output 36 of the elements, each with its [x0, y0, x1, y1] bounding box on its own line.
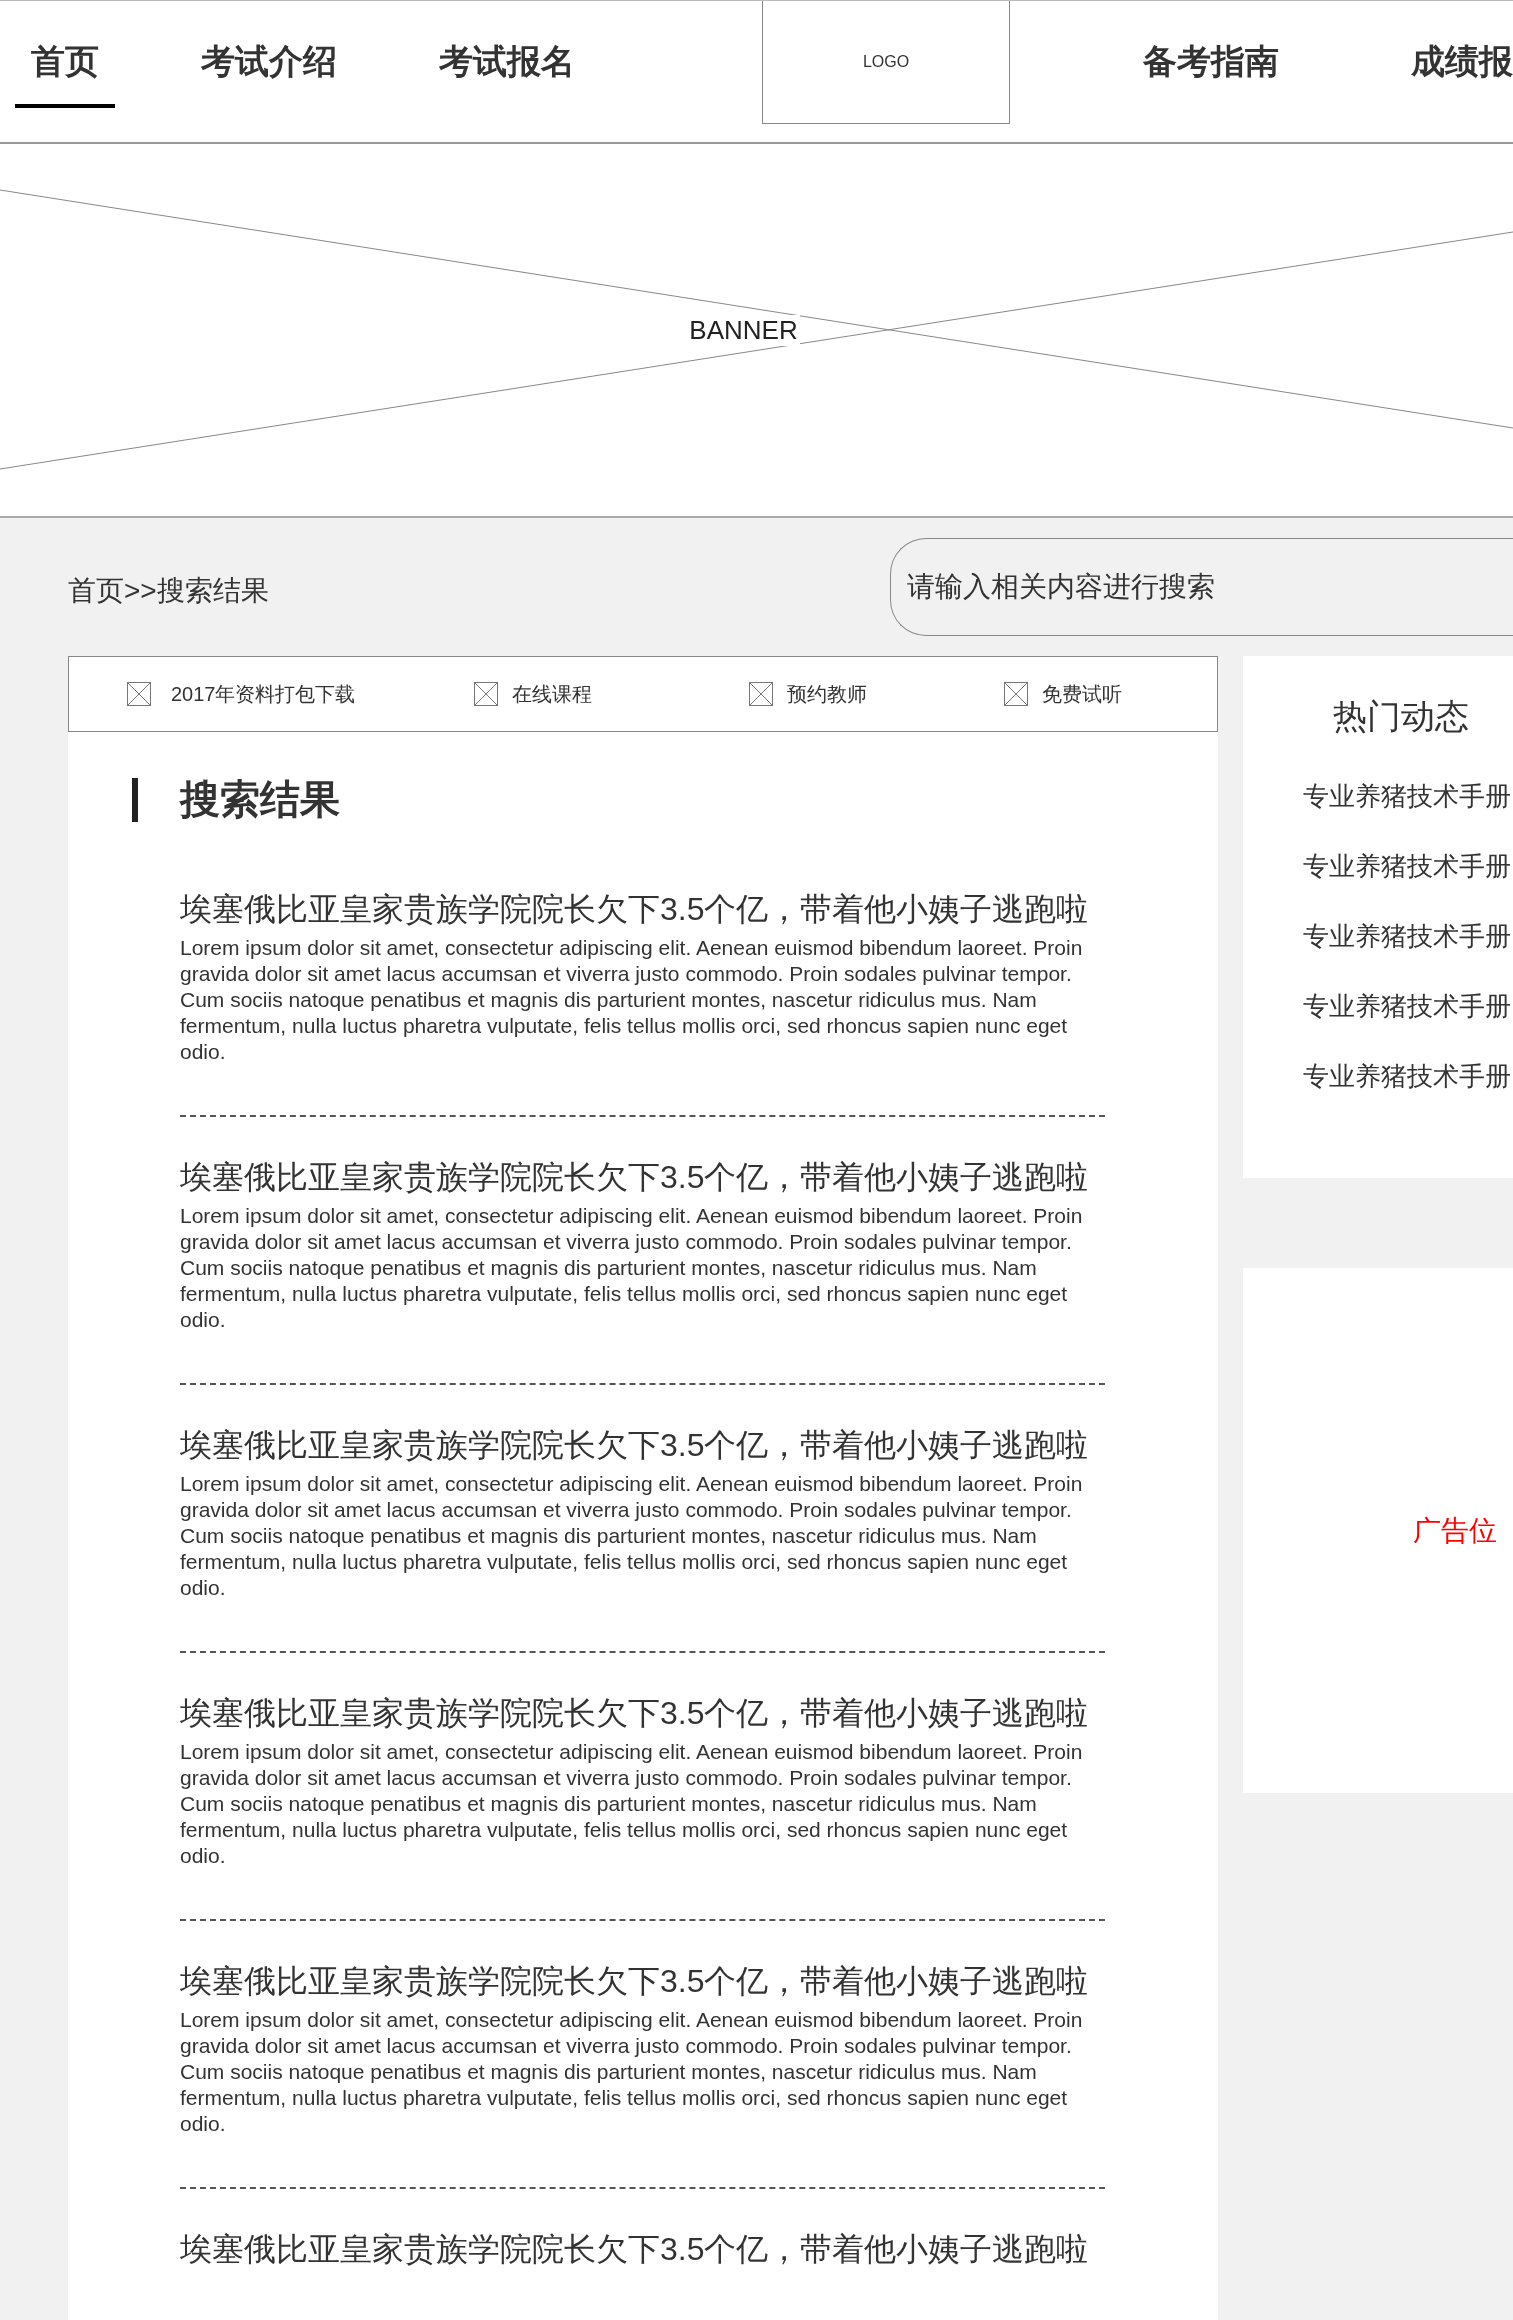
search-field[interactable]: 请输入相关内容进行搜索 — [890, 538, 1513, 636]
result-summary: Lorem ipsum dolor sit amet, consectetur adipiscing elit. Aenean euismod bibendum laoreet. Proin gravida dolor sit amet lacus accumsan et viverra justo commodo. Proin sodales pulvinar tempor. Cum sociis natoque penatibus et magnis dis parturient montes, nascetur ridiculus mus. Nam fermentum, nulla luctus pharetra vulputate, felis tellus mollis orci, sed rhoncus sapien nunc eget odio. — [180, 1471, 1084, 1601]
image-placeholder-icon — [749, 682, 773, 706]
quick-link[interactable]: 免费试听 — [1042, 680, 1122, 708]
image-placeholder-icon — [127, 682, 151, 706]
result-title[interactable]: 埃塞俄比亚皇家贵族学院院长欠下3.5个亿，带着他小姨子逃跑啦 — [180, 1961, 1105, 2001]
result-title[interactable]: 埃塞俄比亚皇家贵族学院院长欠下3.5个亿，带着他小姨子逃跑啦 — [180, 889, 1105, 929]
quick-link[interactable]: 在线课程 — [512, 680, 592, 708]
quick-link[interactable]: 预约教师 — [787, 680, 867, 708]
section-heading: 搜索结果 — [180, 776, 340, 823]
quick-link[interactable]: 2017年资料打包下载 — [171, 680, 356, 708]
nav-tab[interactable]: 首页 — [15, 1, 115, 108]
breadcrumb: 首页>>搜索结果 — [68, 574, 270, 608]
nav-tab[interactable]: 考试介绍 — [185, 1, 353, 108]
news-link[interactable]: 专业养猪技术手册 — [1303, 780, 1513, 812]
image-placeholder-icon — [1004, 682, 1028, 706]
news-link[interactable]: 专业养猪技术手册 — [1303, 850, 1513, 882]
nav-tab[interactable]: 成绩报 — [1395, 1, 1513, 108]
ad-label: 广告位 — [1413, 1513, 1497, 1548]
image-placeholder-icon — [474, 682, 498, 706]
result-summary: Lorem ipsum dolor sit amet, consectetur adipiscing elit. Aenean euismod bibendum laoreet. Proin gravida dolor sit amet lacus accumsan et viverra justo commodo. Proin sodales pulvinar tempor. Cum sociis natoque penatibus et magnis dis parturient montes, nascetur ridiculus mus. Nam fermentum, nulla luctus pharetra vulputate, felis tellus mollis orci, sed rhoncus sapien nunc eget odio. — [180, 935, 1084, 1065]
result-title[interactable]: 埃塞俄比亚皇家贵族学院院长欠下3.5个亿，带着他小姨子逃跑啦 — [180, 1693, 1105, 1733]
news-link[interactable]: 专业养猪技术手册 — [1303, 990, 1513, 1022]
logo-placeholder[interactable]: LOGO — [762, 1, 1010, 124]
result-title[interactable]: 埃塞俄比亚皇家贵族学院院长欠下3.5个亿，带着他小姨子逃跑啦 — [180, 1157, 1105, 1197]
result-title[interactable]: 埃塞俄比亚皇家贵族学院院长欠下3.5个亿，带着他小姨子逃跑啦 — [180, 2229, 1105, 2269]
nav-tab[interactable]: 备考指南 — [1127, 1, 1295, 108]
news-link[interactable]: 专业养猪技术手册 — [1303, 920, 1513, 952]
card-title: 热门动态 — [1333, 696, 1470, 737]
heading-bar — [132, 777, 138, 822]
news-link[interactable]: 专业养猪技术手册 — [1303, 1060, 1513, 1092]
nav-tab[interactable]: 考试报名 — [423, 1, 591, 108]
result-summary: Lorem ipsum dolor sit amet, consectetur adipiscing elit. Aenean euismod bibendum laoreet. Proin gravida dolor sit amet lacus accumsan et viverra justo commodo. Proin sodales pulvinar tempor. Cum sociis natoque penatibus et magnis dis parturient montes, nascetur ridiculus mus. Nam fermentum, nulla luctus pharetra vulputate, felis tellus mollis orci, sed rhoncus sapien nunc eget odio. — [180, 2007, 1084, 2137]
result-summary: Lorem ipsum dolor sit amet, consectetur adipiscing elit. Aenean euismod bibendum laoreet. Proin gravida dolor sit amet lacus accumsan et viverra justo commodo. Proin sodales pulvinar tempor. Cum sociis natoque penatibus et magnis dis parturient montes, nascetur ridiculus mus. Nam fermentum, nulla luctus pharetra vulputate, felis tellus mollis orci, sed rhoncus sapien nunc eget odio. — [180, 1739, 1084, 1869]
result-summary: Lorem ipsum dolor sit amet, consectetur adipiscing elit. Aenean euismod bibendum laoreet. Proin gravida dolor sit amet lacus accumsan et viverra justo commodo. Proin sodales pulvinar tempor. Cum sociis natoque penatibus et magnis dis parturient montes, nascetur ridiculus mus. Nam fermentum, nulla luctus pharetra vulputate, felis tellus mollis orci, sed rhoncus sapien nunc eget odio. — [180, 1203, 1084, 1333]
result-title[interactable]: 埃塞俄比亚皇家贵族学院院长欠下3.5个亿，带着他小姨子逃跑啦 — [180, 1425, 1105, 1465]
